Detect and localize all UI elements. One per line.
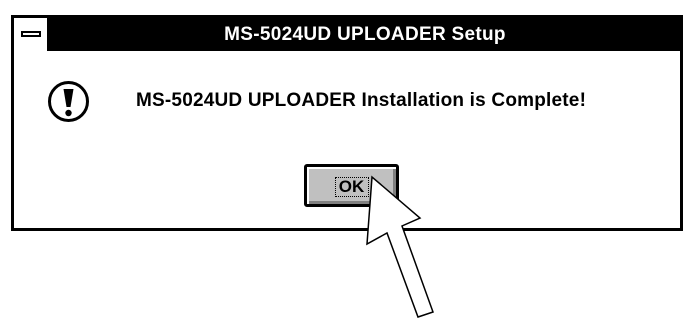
ok-button[interactable]: OK [304,164,399,207]
system-menu-icon [21,31,41,37]
system-menu-button[interactable] [14,18,50,51]
dialog-title: MS-5024UD UPLOADER Setup [224,24,506,45]
dialog-message: MS-5024UD UPLOADER Installation is Compl… [136,90,587,111]
ok-button-label: OK [338,177,365,196]
exclamation-icon [48,81,89,122]
title-bar[interactable]: MS-5024UD UPLOADER Setup [14,18,680,51]
setup-dialog: MS-5024UD UPLOADER Setup MS-5024UD UPLOA… [11,15,683,231]
